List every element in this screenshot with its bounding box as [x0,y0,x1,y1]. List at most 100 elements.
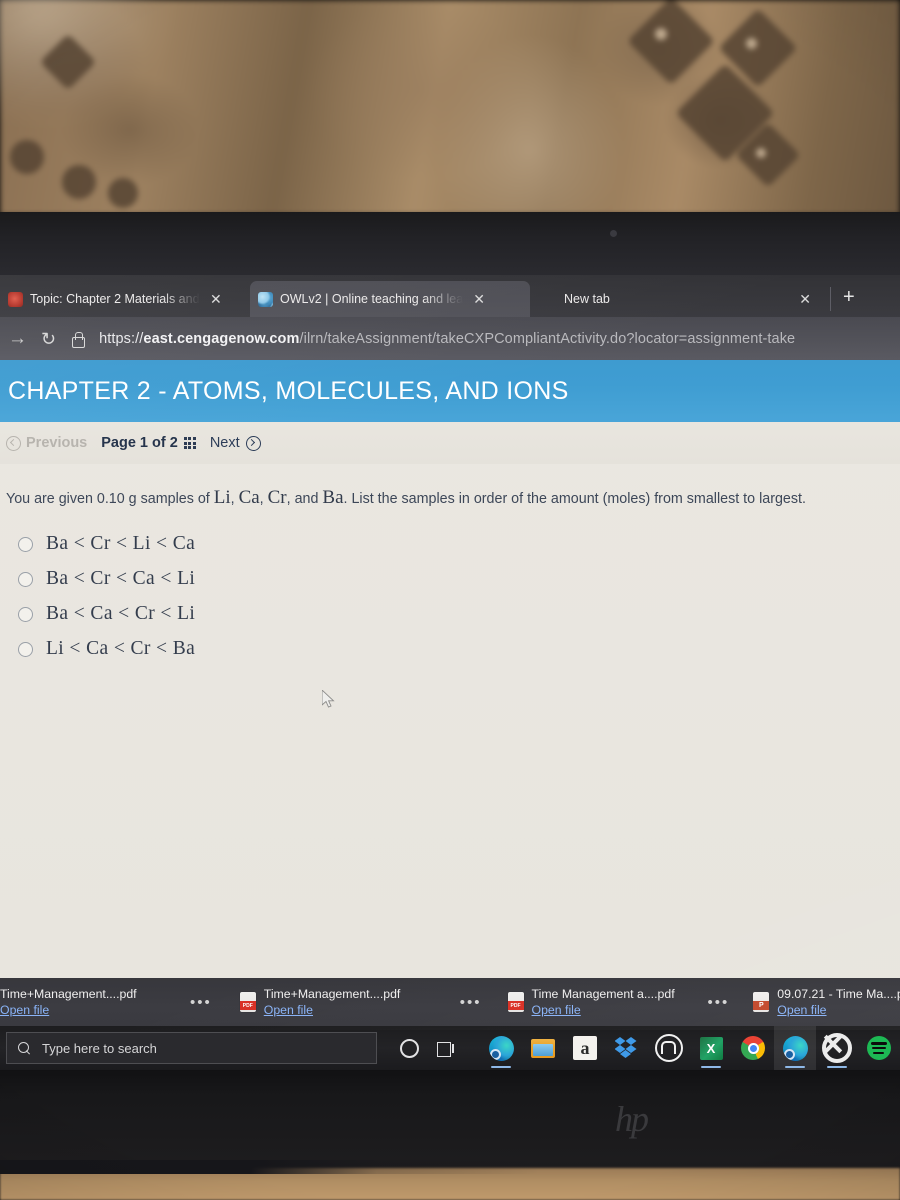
download-filename: Time Management a....pdf [531,987,675,1001]
desk-shadow [0,1160,900,1174]
owl-favicon-icon [258,291,273,307]
answer-option-3[interactable]: Li < Ca < Cr < Ba [6,632,890,667]
open-file-link[interactable]: Open file [0,1003,137,1017]
chevron-right-icon [245,435,261,451]
taskbar-app-microsoft-edge-active[interactable] [774,1026,816,1070]
cortana-icon [399,1038,419,1058]
new-tab-button[interactable]: + [830,287,869,311]
question-sep: , [230,491,239,507]
microsoft-edge-icon [782,1035,808,1061]
url-scheme: https:// [99,330,144,347]
pdf-icon [239,992,256,1012]
taskbar-search-box[interactable]: Type here to search [6,1032,377,1064]
next-button[interactable]: Next [210,435,261,451]
element-symbol-cr: Cr [267,487,287,508]
question-text-part1: You are given 0.10 g samples of [6,491,214,507]
photo-of-laptop-screen: Topic: Chapter 2 Materials and D ✕ OWLv2… [0,0,900,1200]
download-item-3[interactable]: 09.07.21 - Time Ma....pptx Open file [749,978,900,1026]
pillow-motif [101,171,145,215]
question-sep: , [259,491,268,507]
radio-button[interactable] [18,606,33,622]
grid-icon[interactable] [183,437,196,449]
microsoft-excel-icon: X [699,1036,723,1060]
taskbar-app-nest-home[interactable] [648,1026,690,1070]
dropbox-icon [614,1037,640,1059]
amazon-icon: a [573,1036,597,1060]
spotify-icon [867,1036,891,1060]
open-file-link[interactable]: Open file [532,1003,675,1017]
downloads-bar: Time+Management....pdf Open file ••• Tim… [0,978,900,1026]
download-more-options-icon[interactable]: ••• [702,994,736,1011]
windows-taskbar: Type here to search a X [0,1026,900,1070]
next-button-label: Next [209,435,240,451]
forward-arrow-icon[interactable]: → [6,329,27,348]
answer-option-label: Ba < Cr < Ca < Li [46,568,196,590]
laptop-top-bezel [0,212,900,278]
question-text-part2: . List the samples in order of the amoun… [343,491,806,507]
browser-tab-title: OWLv2 | Online teaching and lea [280,292,464,306]
browser-tab-title: New tab [564,292,610,306]
answer-option-label: Li < Ca < Cr < Ba [46,638,196,660]
browser-tab-2[interactable]: New tab ✕ [530,281,822,317]
close-tab-icon[interactable]: ✕ [796,292,814,306]
taskbar-app-file-explorer[interactable] [522,1026,564,1070]
previous-button: Previous [6,435,87,451]
close-tab-icon[interactable]: ✕ [470,292,488,306]
browser-chrome: Topic: Chapter 2 Materials and D ✕ OWLv2… [0,275,900,360]
taskbar-app-amazon[interactable]: a [564,1026,606,1070]
powerpoint-icon [753,992,770,1012]
answer-option-label: Ba < Ca < Cr < Li [46,603,196,625]
open-file-link[interactable]: Open file [777,1003,900,1017]
browser-tab-0[interactable]: Topic: Chapter 2 Materials and D ✕ [0,281,250,317]
download-item-text: 09.07.21 - Time Ma....pptx Open file [777,987,900,1017]
pillow-motif [54,157,104,207]
download-more-options-icon[interactable]: ••• [184,994,218,1011]
microsoft-edge-icon [488,1035,514,1061]
download-item-text: Time Management a....pdf Open file [532,987,675,1017]
question-text: You are given 0.10 g samples of Li, Ca , … [6,486,890,511]
background-sofa-photo [0,0,900,215]
address-bar-url[interactable]: https://east.cengagenow.com/ilrn/takeAss… [99,331,795,347]
element-symbol-ba: Ba [322,487,344,508]
taskbar-app-microsoft-excel[interactable]: X [690,1026,732,1070]
gear-icon [822,1033,852,1063]
download-item-0[interactable]: Time+Management....pdf Open file [0,978,184,1026]
radio-button[interactable] [18,641,33,657]
pdf-icon [507,992,524,1012]
taskbar-app-settings[interactable] [816,1026,858,1070]
browser-tab-1[interactable]: OWLv2 | Online teaching and lea ✕ [250,281,530,317]
answer-option-0[interactable]: Ba < Cr < Li < Ca [6,527,890,562]
pillow-motif [2,132,52,182]
taskbar-app-google-chrome[interactable] [732,1026,774,1070]
taskbar-app-microsoft-edge[interactable] [480,1026,522,1070]
question-body: You are given 0.10 g samples of Li, Ca , … [0,464,900,667]
answer-option-label: Ba < Cr < Li < Ca [46,533,196,555]
download-more-options-icon[interactable]: ••• [454,994,488,1011]
download-item-text: Time+Management....pdf Open file [264,987,401,1017]
page-indicator-label: Page 1 of 2 [101,435,178,451]
reload-icon[interactable]: ↻ [41,330,56,348]
pillow-diamond [627,0,715,85]
download-item-1[interactable]: Time+Management....pdf Open file [236,978,454,1026]
search-input[interactable]: Type here to search [42,1041,157,1056]
browser-tab-title: Topic: Chapter 2 Materials and D [30,292,200,306]
taskbar-app-spotify[interactable] [858,1026,900,1070]
previous-button-label: Previous [26,435,88,451]
download-item-2[interactable]: Time Management a....pdf Open file [504,978,702,1026]
open-file-link[interactable]: Open file [264,1003,401,1017]
cortana-button[interactable] [391,1026,428,1070]
browser-address-bar[interactable]: → ↻ https://east.cengagenow.com/ilrn/tak… [0,317,900,360]
close-tab-icon[interactable]: ✕ [207,292,225,306]
chapter-banner: CHAPTER 2 - ATOMS, MOLECULES, AND IONS [0,360,900,422]
answer-option-2[interactable]: Ba < Ca < Cr < Li [6,597,890,632]
download-filename: 09.07.21 - Time Ma....pptx [777,987,900,1001]
radio-button[interactable] [18,571,33,587]
radio-button[interactable] [18,536,33,552]
answer-option-1[interactable]: Ba < Cr < Ca < Li [6,562,890,597]
element-symbol-li: Li [213,487,231,508]
taskbar-app-dropbox[interactable] [606,1026,648,1070]
task-view-button[interactable] [428,1026,465,1070]
lock-icon[interactable] [70,331,86,348]
nest-home-icon [655,1034,683,1062]
element-symbol-ca: Ca [238,487,260,508]
